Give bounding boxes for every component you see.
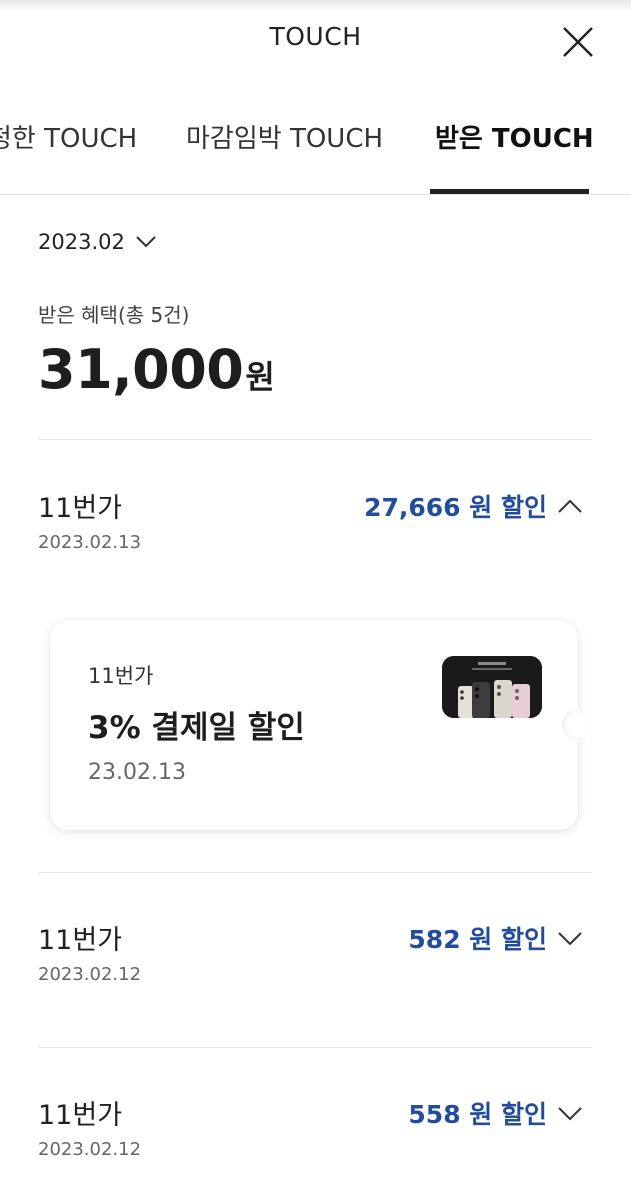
coupon-notch — [562, 710, 592, 740]
month-selector[interactable]: 2023.02 — [38, 230, 157, 254]
coupon-card[interactable]: 11번가 3% 결제일 할인 23.02.13 — [50, 620, 592, 830]
divider — [38, 1047, 591, 1048]
tab-expiring-touch[interactable]: 마감임박 TOUCH — [186, 118, 383, 155]
divider — [38, 439, 591, 440]
entry-store: 11번가 — [38, 1100, 123, 1131]
close-button[interactable] — [558, 22, 598, 62]
entry-store: 11번가 — [38, 493, 123, 524]
entry-amount-label: 582 원 할인 — [408, 925, 547, 954]
entry-discount-amount: 582 원 할인 — [408, 920, 583, 956]
entry-amount-label: 27,666 원 할인 — [364, 493, 547, 522]
tab-received-touch[interactable]: 받은 TOUCH — [435, 118, 594, 155]
month-label: 2023.02 — [38, 230, 125, 254]
coupon-title: 3% 결제일 할인 — [88, 710, 305, 746]
list-item[interactable]: 11번가 2023.02.12 558 원 할인 — [38, 1093, 591, 1173]
coupon-store: 11번가 — [88, 664, 154, 688]
list-item[interactable]: 11번가 2023.02.13 27,666 원 할인 — [38, 486, 591, 566]
total-benefit: 31,000 원 — [38, 338, 275, 401]
chevron-down-icon — [136, 236, 156, 248]
coupon-thumbnail — [442, 656, 542, 718]
entry-amount-label: 558 원 할인 — [408, 1100, 547, 1129]
entry-discount-amount: 27,666 원 할인 — [364, 488, 583, 524]
phone-image — [442, 656, 542, 718]
divider — [38, 872, 591, 873]
entry-store: 11번가 — [38, 925, 123, 956]
active-tab-indicator — [430, 189, 589, 194]
chevron-down-icon[interactable] — [557, 1105, 583, 1121]
tab-bar: 청한 TOUCH 마감임박 TOUCH 받은 TOUCH — [0, 100, 631, 195]
total-unit: 원 — [245, 358, 275, 396]
page-title: TOUCH — [269, 22, 362, 51]
header: TOUCH — [0, 0, 631, 80]
entry-date: 2023.02.12 — [38, 964, 142, 985]
close-icon — [563, 27, 593, 57]
entry-date: 2023.02.12 — [38, 1139, 142, 1160]
entry-discount-amount: 558 원 할인 — [408, 1095, 583, 1131]
benefit-count-label: 받은 혜택(총 5건) — [38, 303, 190, 327]
total-amount: 31,000 — [38, 338, 244, 401]
chevron-up-icon[interactable] — [557, 498, 583, 514]
coupon-date: 23.02.13 — [88, 760, 186, 785]
entry-date: 2023.02.13 — [38, 532, 142, 553]
chevron-down-icon[interactable] — [557, 930, 583, 946]
list-item[interactable]: 11번가 2023.02.12 582 원 할인 — [38, 918, 591, 998]
tab-subscribed-touch[interactable]: 청한 TOUCH — [0, 118, 137, 155]
